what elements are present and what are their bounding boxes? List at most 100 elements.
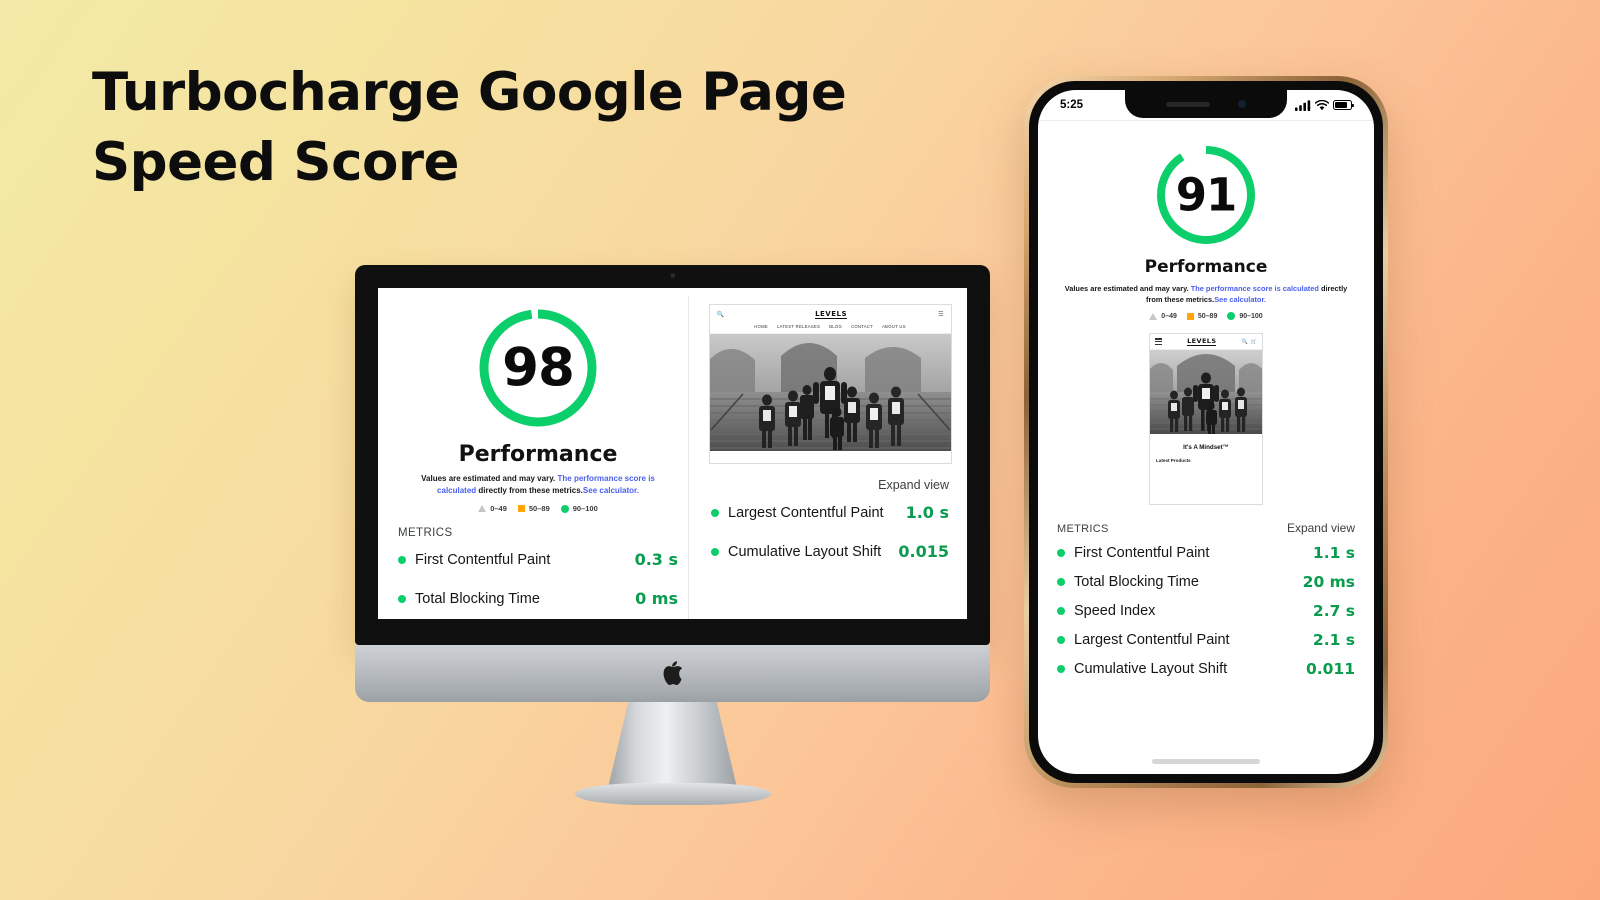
- apple-logo-icon: [662, 661, 683, 691]
- nav-item-blog: Blog: [829, 324, 843, 329]
- cellular-signal-icon: [1295, 99, 1311, 111]
- legend-label-good: 90–100: [572, 504, 598, 514]
- score-legend: 0–49 50–89 90–100: [394, 504, 682, 513]
- score-disclaimer: Values are estimated and may vary. The p…: [394, 473, 682, 496]
- disclaimer-link-see-calculator[interactable]: See calculator.: [1214, 295, 1266, 304]
- thumbnail-hero-photo: [1150, 350, 1262, 435]
- site-thumbnail-desktop[interactable]: 🔍 LEVELS ☰ Home Latest Releases Blog Con…: [708, 304, 952, 464]
- metric-value: 0.015: [898, 542, 949, 561]
- desktop-gauge-wrap: 98: [394, 304, 682, 432]
- metric-row[interactable]: Cumulative Layout Shift 0.011: [1057, 660, 1355, 678]
- nav-item-about-us: About Us: [882, 324, 906, 329]
- iphone-device: 5:25 91 Performance Values are estimated…: [1024, 76, 1388, 788]
- status-dot-icon: [711, 508, 719, 517]
- metric-name: Largest Contentful Paint: [1074, 632, 1230, 649]
- apple-glyph: [663, 661, 682, 685]
- imac-screen: 98 Performance Values are estimated and …: [378, 288, 967, 619]
- site-logo: LEVELS: [815, 309, 848, 320]
- metric-row[interactable]: Cumulative Layout Shift 0.015: [711, 542, 949, 561]
- metric-row[interactable]: First Contentful Paint 0.3 s: [398, 550, 678, 569]
- disclaimer-link-calculated[interactable]: The performance score is calculated: [1191, 284, 1319, 293]
- score-disclaimer: Values are estimated and may vary. The p…: [1052, 283, 1360, 305]
- thumbnail-topbar: LEVELS 🔍 🛒: [1150, 334, 1262, 351]
- metric-row[interactable]: Largest Contentful Paint 1.0 s: [711, 503, 949, 522]
- cart-icon: ☰: [938, 312, 944, 318]
- performance-score: 91: [1175, 168, 1238, 222]
- metric-row[interactable]: Total Blocking Time 20 ms: [1057, 573, 1355, 591]
- performance-label: Performance: [1144, 257, 1268, 277]
- legend-item-poor: 0–49: [1149, 312, 1177, 320]
- iphone-bezel: 5:25 91 Performance Values are estimated…: [1029, 81, 1383, 783]
- pagespeed-report-mobile: 91 Performance Values are estimated and …: [1038, 120, 1374, 773]
- status-bar: 5:25: [1038, 90, 1374, 120]
- metric-row[interactable]: Speed Index 2.7 s: [1057, 602, 1355, 620]
- legend-item-average: 50–89: [517, 504, 550, 514]
- metric-value: 2.1 s: [1312, 631, 1355, 650]
- imac-chin: [355, 645, 990, 702]
- page-title-line-1: Turbocharge Google Page: [92, 62, 847, 123]
- page-title-line-2: Speed Score: [92, 131, 459, 193]
- disclaimer-link-see-calculator[interactable]: See calculator.: [583, 486, 639, 495]
- desktop-preview-panel: 🔍 LEVELS ☰ Home Latest Releases Blog Con…: [688, 296, 957, 619]
- metric-name: First Contentful Paint: [1074, 545, 1210, 562]
- legend-label-average: 50–89: [1197, 312, 1218, 320]
- metric-left: Total Blocking Time: [398, 591, 540, 607]
- metric-value: 0.011: [1305, 660, 1355, 679]
- cart-icon: 🛒: [1250, 338, 1257, 345]
- nav-item-latest-releases: Latest Releases: [776, 324, 821, 329]
- wifi-icon: [1315, 99, 1329, 110]
- status-dot-icon: [1057, 665, 1065, 674]
- metric-row[interactable]: First Contentful Paint 1.1 s: [1057, 544, 1355, 562]
- metric-value: 1.0 s: [905, 503, 949, 522]
- metric-name: Largest Contentful Paint: [728, 504, 884, 521]
- metric-left: First Contentful Paint: [1057, 545, 1209, 561]
- hamburger-icon: [1155, 338, 1162, 345]
- square-icon: [517, 505, 525, 513]
- legend-item-good: 90–100: [560, 504, 598, 514]
- status-dot-icon: [1057, 578, 1065, 587]
- thumbnail-nav: Home Latest Releases Blog Contact About …: [709, 324, 951, 334]
- triangle-icon: [1149, 312, 1158, 320]
- mobile-gauge-wrap: 91: [1052, 141, 1360, 249]
- page-title: Turbocharge Google Page Speed Score: [92, 58, 852, 198]
- status-time: 5:25: [1060, 99, 1084, 111]
- desktop-metrics-left-list: First Contentful Paint 0.3 s Total Block…: [394, 550, 682, 619]
- status-dot-icon: [711, 547, 719, 556]
- legend-item-poor: 0–49: [478, 504, 507, 513]
- metric-row[interactable]: Largest Contentful Paint 2.1 s: [1057, 631, 1355, 649]
- desktop-score-panel: 98 Performance Values are estimated and …: [388, 296, 688, 619]
- performance-score: 98: [502, 337, 575, 399]
- imac-stand-neck: [607, 702, 738, 790]
- imac-body: 98 Performance Values are estimated and …: [355, 265, 990, 645]
- legend-label-good: 90–100: [1239, 312, 1263, 320]
- circle-icon: [1227, 312, 1236, 321]
- home-indicator[interactable]: [1152, 759, 1260, 764]
- expand-view-button[interactable]: Expand view: [878, 478, 949, 492]
- metric-row[interactable]: Total Blocking Time 0 ms: [398, 589, 678, 608]
- search-icon: 🔍: [716, 312, 724, 318]
- iphone-screen: 5:25 91 Performance Values are estimated…: [1038, 90, 1374, 774]
- expand-view-button[interactable]: Expand view: [1287, 521, 1355, 535]
- circle-icon: [560, 504, 569, 513]
- metric-left: First Contentful Paint: [398, 552, 550, 568]
- status-dot-icon: [398, 594, 406, 603]
- performance-gauge: 98: [474, 304, 602, 432]
- performance-gauge: 91: [1152, 141, 1260, 249]
- metric-left: Cumulative Layout Shift: [1057, 661, 1227, 677]
- thumbnail-tagline: It's A Mindset™: [1183, 444, 1229, 452]
- battery-icon: [1333, 100, 1354, 110]
- imac-stand-foot: [574, 783, 771, 805]
- disclaimer-part-1: Values are estimated and may vary.: [421, 474, 558, 483]
- mobile-metrics-header: METRICS Expand view: [1052, 521, 1360, 535]
- legend-item-average: 50–89: [1186, 312, 1218, 320]
- metric-value: 0.3 s: [634, 550, 678, 570]
- site-thumbnail-mobile[interactable]: LEVELS 🔍 🛒 It's A Mindset™ Latest Produc…: [1149, 333, 1263, 506]
- disclaimer-part-2: directly from these metrics.: [476, 485, 583, 495]
- legend-item-good: 90–100: [1227, 312, 1263, 321]
- metric-left: Speed Index: [1057, 603, 1155, 619]
- legend-label-average: 50–89: [528, 504, 550, 514]
- status-indicators: [1295, 99, 1354, 111]
- imac-camera-icon: [670, 273, 675, 278]
- score-legend: 0–49 50–89 90–100: [1052, 312, 1360, 321]
- disclaimer-part-1: Values are estimated and may vary.: [1064, 284, 1191, 293]
